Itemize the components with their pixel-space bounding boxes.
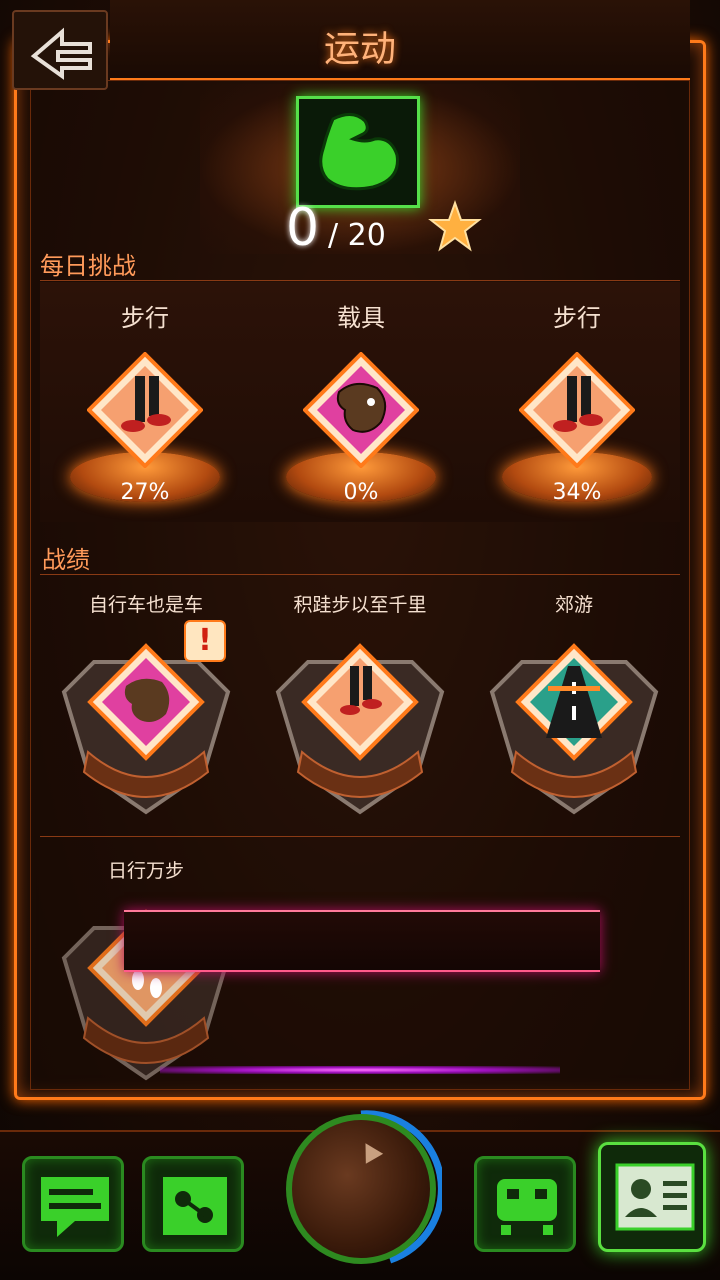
daily-item-label: 步行	[121, 304, 169, 332]
game-screen: 运动 0 / 20 每日挑战 步行 27% 载具 0% 步行 34% 战绩 自行…	[0, 0, 720, 1280]
achievement-label: 自行车也是车	[88, 594, 203, 616]
daily-item-walk-2[interactable]: 步行 34%	[492, 284, 662, 505]
star-icon	[428, 200, 482, 252]
robot-icon	[497, 1179, 557, 1235]
walking-legs-icon	[275, 643, 445, 815]
horse-head-icon	[303, 352, 419, 468]
section-divider	[40, 836, 680, 837]
achievement-steps[interactable]: 积跬步以至千里	[260, 590, 460, 830]
radar-button[interactable]	[286, 1114, 436, 1264]
score-total: / 20	[328, 218, 386, 253]
daily-item-vehicle[interactable]: 载具 0%	[276, 284, 446, 505]
records-title: 战绩	[42, 546, 90, 574]
daily-item-label: 载具	[337, 304, 385, 332]
daily-item-walk-1[interactable]: 步行 27%	[60, 284, 230, 505]
section-divider	[40, 574, 680, 575]
muscle-arm-icon	[319, 113, 399, 191]
daily-progress: 27%	[120, 480, 170, 505]
alert-badge: !	[184, 620, 226, 662]
achievement-label: 积跬步以至千里	[293, 594, 427, 616]
chat-button[interactable]	[22, 1156, 124, 1252]
share-button[interactable]	[142, 1156, 244, 1252]
score-value: 0	[286, 198, 320, 258]
daily-progress: 34%	[552, 480, 602, 505]
achievement-label: 日行万步	[107, 860, 184, 882]
page-title: 运动	[323, 29, 396, 70]
progress-panel	[124, 910, 600, 972]
robot-button[interactable]	[474, 1156, 576, 1252]
road-icon	[489, 643, 659, 815]
glow-bar	[160, 1066, 560, 1074]
daily-challenge-title: 每日挑战	[40, 252, 136, 280]
share-icon	[163, 1177, 227, 1235]
back-arrow-icon	[30, 27, 92, 80]
profile-card-icon	[615, 1163, 695, 1231]
section-divider	[40, 280, 680, 281]
back-button[interactable]	[12, 10, 108, 90]
daily-progress: 0%	[343, 480, 379, 505]
profile-button[interactable]	[598, 1142, 706, 1252]
muscle-chip	[296, 96, 420, 208]
achievement-outing[interactable]: 郊游	[474, 590, 674, 830]
daily-item-label: 步行	[553, 304, 601, 332]
walking-legs-icon	[87, 352, 203, 468]
chat-icon	[41, 1177, 109, 1237]
walking-legs-icon	[519, 352, 635, 468]
achievement-label: 郊游	[554, 594, 593, 616]
achievement-daily-steps[interactable]: 日行万步	[46, 856, 246, 1096]
